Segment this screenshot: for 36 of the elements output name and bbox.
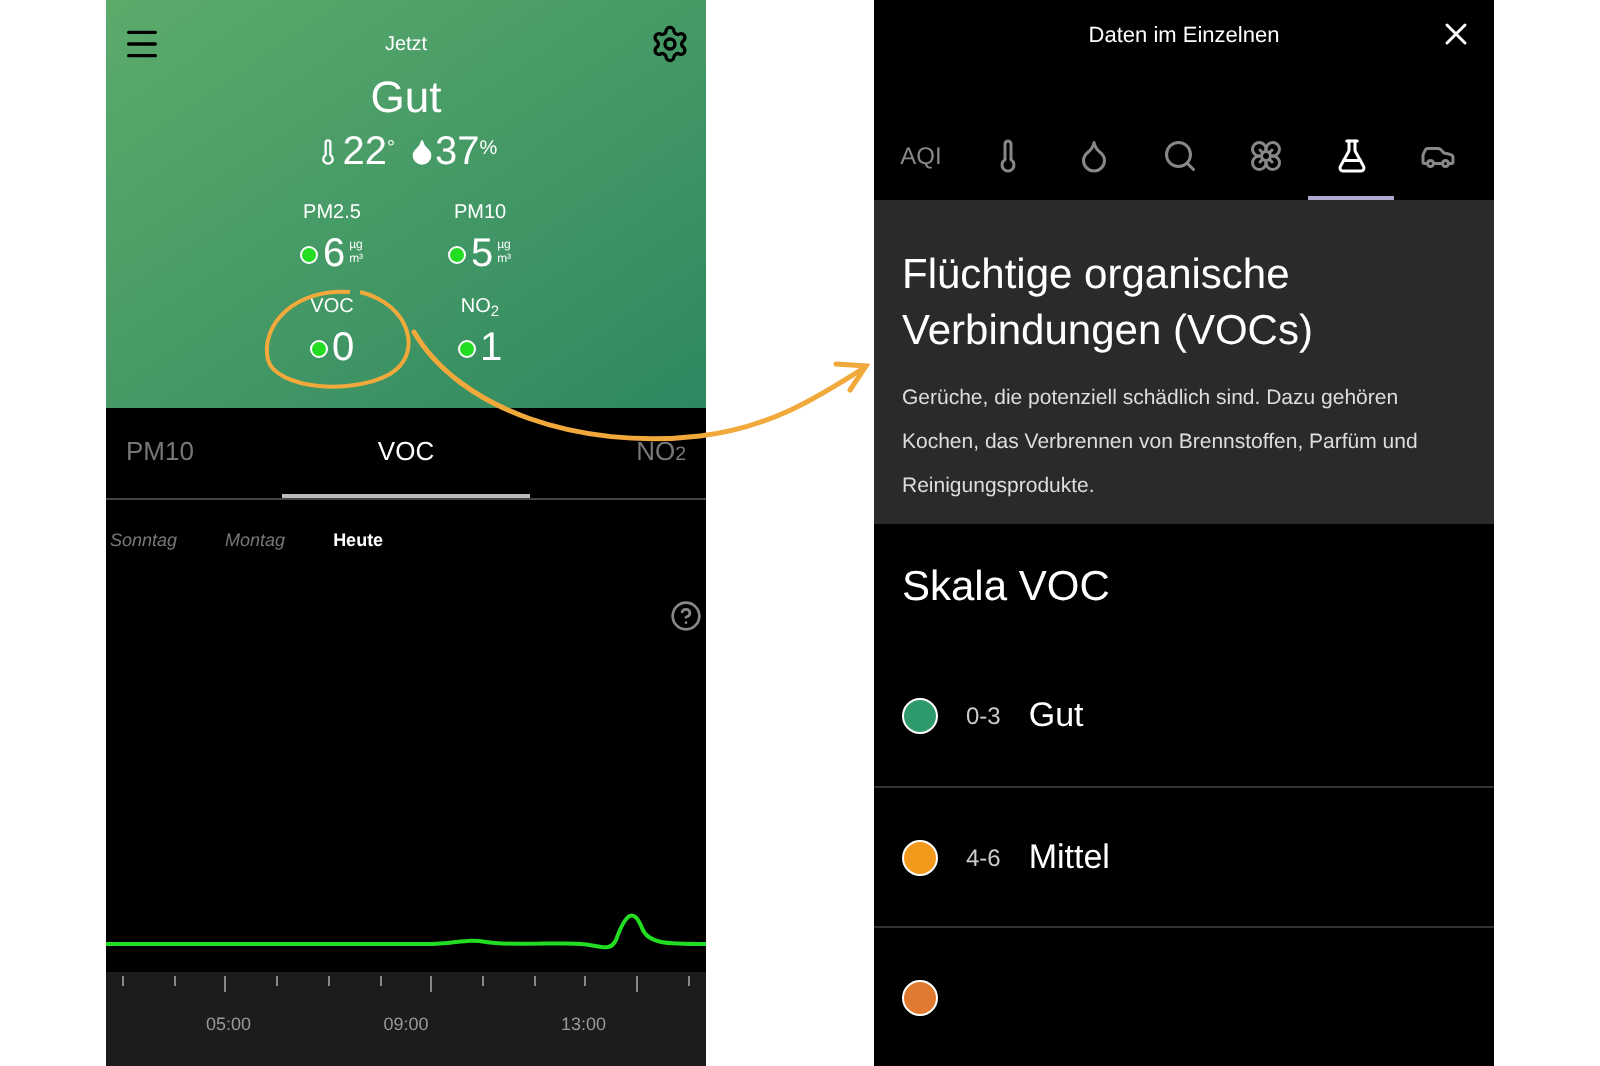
metric-label: PM10	[453, 204, 507, 228]
level-label: Mittel	[1028, 835, 1110, 880]
metric-label: VOC	[310, 298, 354, 322]
day-tab[interactable]: Sonntag	[110, 528, 178, 555]
help-icon[interactable]	[670, 599, 702, 631]
flask-icon	[1333, 137, 1369, 174]
time-label: 05:00	[206, 1011, 252, 1037]
magnifier-icon	[1161, 137, 1197, 174]
day-tab[interactable]: Montag	[225, 528, 286, 555]
metric-value: 0	[331, 328, 355, 368]
pollutant-tab[interactable]: PM10	[106, 408, 282, 498]
scale-title: Skala VOC	[900, 561, 1112, 614]
settings-icon[interactable]	[650, 24, 690, 64]
time-label: 13:00	[560, 1011, 606, 1037]
panel-title: Daten im Einzelnen	[1088, 22, 1280, 52]
metric-value: 1	[479, 328, 503, 368]
flower-icon	[1247, 137, 1283, 174]
day-tab[interactable]: Heute	[333, 528, 384, 555]
droplet-icon	[407, 136, 436, 168]
screen-title: Jetzt	[384, 31, 428, 59]
time-label: 09:00	[383, 1011, 429, 1037]
range-label: 0-3	[966, 700, 1001, 735]
pollutant-tab[interactable]: VOC	[282, 408, 530, 498]
category-tab[interactable]: AQI	[878, 115, 964, 200]
metric-value: 5	[470, 234, 494, 274]
range-label: 4-6	[966, 841, 1001, 876]
pollutant-tab[interactable]: NO$_{2}$	[530, 408, 706, 498]
level-label: Gut	[1028, 694, 1084, 739]
metric-value: 6	[322, 234, 346, 274]
metric-label: PM2.5	[303, 204, 361, 228]
info-heading: Flüchtige organische Verbindungen (VOCs)	[902, 249, 1315, 358]
info-description: Gerüche, die potenziell schädlich sind. Dazu gehören Kochen, das Verbrennen von Brennstoffen, Parfüm und Reinigungsprodukte.	[902, 383, 1420, 502]
air-quality-status: Gut	[370, 76, 442, 120]
temperature-value: 22$^{°}$	[342, 132, 396, 172]
humidity-value: 37$^{%}$	[435, 132, 498, 172]
metric-label: NO$_{2}$	[460, 298, 500, 322]
